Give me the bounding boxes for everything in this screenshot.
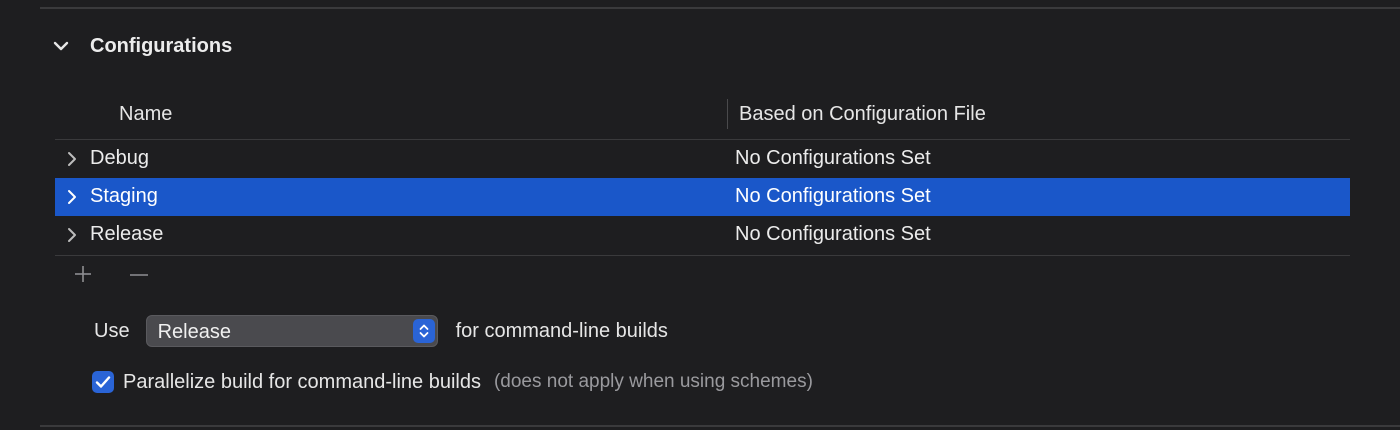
- use-suffix-label: for command-line builds: [455, 319, 668, 342]
- chevron-right-icon[interactable]: [65, 189, 79, 205]
- table-row-release[interactable]: Release No Configurations Set: [55, 216, 1350, 254]
- chevron-right-icon[interactable]: [65, 227, 79, 243]
- row-config-file: No Configurations Set: [735, 223, 931, 245]
- command-line-config-row: Use Release for command-line builds: [94, 314, 668, 348]
- plus-icon[interactable]: [70, 262, 96, 286]
- row-name: Debug: [90, 147, 149, 169]
- checkmark-icon: [95, 376, 111, 388]
- column-header-config-file[interactable]: Based on Configuration File: [739, 103, 986, 126]
- parallelize-label: Parallelize build for command-line build…: [123, 370, 481, 393]
- configurations-pane: Configurations Name Based on Configurati…: [0, 0, 1400, 430]
- popup-selected-value: Release: [157, 321, 231, 343]
- parallelize-checkbox[interactable]: [92, 371, 114, 393]
- section-title: Configurations: [90, 34, 233, 57]
- use-label: Use: [94, 319, 130, 342]
- add-remove-controls: [70, 262, 152, 286]
- configurations-table: Name Based on Configuration File Debug N…: [55, 95, 1350, 256]
- parallelize-note: (does not apply when using schemes): [493, 371, 813, 392]
- up-down-arrows-icon: [412, 319, 435, 343]
- column-separator[interactable]: [727, 99, 728, 129]
- table-body: Debug No Configurations Set Staging No C…: [55, 140, 1350, 256]
- chevron-right-icon[interactable]: [65, 151, 79, 167]
- configuration-popup-button[interactable]: Release: [145, 315, 438, 347]
- bottom-divider: [40, 425, 1400, 427]
- section-header: Configurations: [50, 28, 232, 64]
- row-name: Release: [90, 223, 164, 245]
- minus-icon[interactable]: [126, 262, 152, 286]
- row-config-file: No Configurations Set: [735, 185, 931, 207]
- top-divider: [40, 7, 1400, 9]
- row-config-file: No Configurations Set: [735, 147, 931, 169]
- table-header: Name Based on Configuration File: [55, 95, 1350, 140]
- table-bottom-divider: [55, 255, 1350, 256]
- row-name: Staging: [90, 185, 158, 207]
- table-row-debug[interactable]: Debug No Configurations Set: [55, 140, 1350, 178]
- chevron-down-icon[interactable]: [50, 35, 72, 57]
- parallelize-row: Parallelize build for command-line build…: [92, 368, 813, 396]
- column-header-name[interactable]: Name: [119, 103, 172, 126]
- table-row-staging[interactable]: Staging No Configurations Set: [55, 178, 1350, 216]
